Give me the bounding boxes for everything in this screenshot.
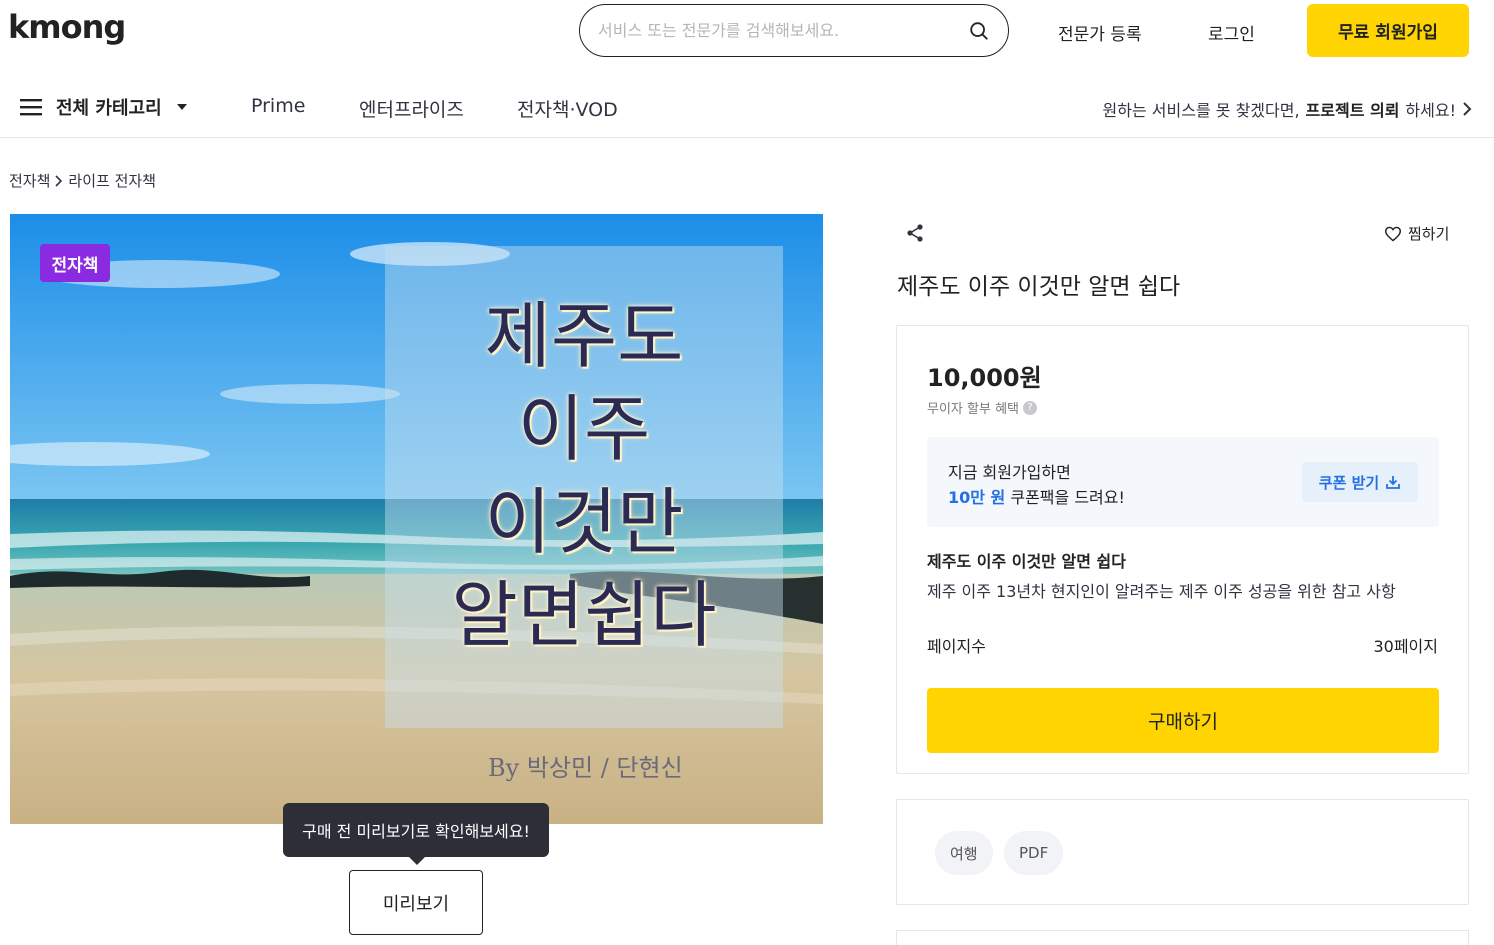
pages-value: 30페이지	[1373, 637, 1438, 656]
top-header: kmong 전문가 등록 로그인 무료 회원가입	[0, 0, 1494, 62]
project-request-bold: 프로젝트 의뢰	[1305, 101, 1400, 120]
cover-title-line: 이것만	[484, 480, 684, 564]
product-price: 10,000원	[927, 364, 1042, 392]
cover-title-line: 이주	[517, 387, 651, 471]
caret-down-icon	[176, 104, 187, 110]
installment-label: 무이자 할부 혜택	[927, 402, 1019, 417]
cover-author: By 박상민 / 단현신	[488, 754, 683, 782]
project-request-link[interactable]: 원하는 서비스를 못 찾겠다면, 프로젝트 의뢰 하세요!	[1103, 97, 1472, 121]
login-link[interactable]: 로그인	[1208, 20, 1255, 45]
tag-panel: 여행 PDF	[896, 799, 1469, 905]
wish-label: 찜하기	[1408, 225, 1450, 243]
expert-register-link[interactable]: 전문가 등록	[1058, 20, 1142, 45]
description-title: 제주도 이주 이것만 알면 쉽다	[927, 552, 1126, 571]
signup-button[interactable]: 무료 회원가입	[1307, 4, 1469, 57]
pages-label: 페이지수	[927, 637, 986, 656]
installment-info: 무이자 할부 혜택 ?	[927, 398, 1037, 417]
cover-title-line: 알면쉽다	[451, 573, 717, 657]
description-text: 제주 이주 13년차 현지인이 알려주는 제주 이주 성공을 위한 참고 사항	[927, 582, 1396, 601]
share-icon[interactable]	[905, 223, 925, 243]
coupon-amount: 10만 원	[948, 488, 1006, 507]
next-panel	[896, 930, 1469, 945]
nav-item-prime[interactable]: Prime	[251, 95, 305, 117]
project-request-prefix: 원하는 서비스를 못 찾겠다면,	[1102, 101, 1300, 120]
heart-icon	[1384, 226, 1402, 242]
cover-title: 제주도 이주 이것만 알면쉽다	[385, 290, 783, 662]
preview-button[interactable]: 미리보기	[349, 870, 483, 935]
coupon-banner: 지금 회원가입하면 10만 원 쿠폰팩을 드려요! 쿠폰 받기	[927, 437, 1439, 527]
coupon-line2: 10만 원 쿠폰팩을 드려요!	[948, 484, 1125, 508]
coupon-line1: 지금 회원가입하면	[948, 463, 1071, 482]
nav-item-ebook-vod[interactable]: 전자책·VOD	[517, 95, 618, 122]
search-input[interactable]	[598, 21, 968, 40]
buy-button[interactable]: 구매하기	[927, 688, 1439, 753]
chevron-right-icon	[1463, 102, 1472, 116]
download-icon	[1386, 476, 1401, 489]
breadcrumb-ebook[interactable]: 전자책	[9, 170, 50, 191]
tag-travel[interactable]: 여행	[935, 831, 993, 875]
category-nav: 전체 카테고리 Prime 엔터프라이즈 전자책·VOD 원하는 서비스를 못 …	[0, 76, 1494, 138]
search-bar[interactable]	[579, 4, 1009, 57]
ebook-badge: 전자책	[40, 244, 110, 282]
tag-pdf[interactable]: PDF	[1004, 831, 1064, 875]
nav-item-enterprise[interactable]: 엔터프라이즈	[359, 95, 464, 122]
price-panel: 10,000원 무이자 할부 혜택 ? 지금 회원가입하면 10만 원 쿠폰팩을…	[896, 325, 1469, 774]
hamburger-menu-icon	[20, 99, 42, 116]
breadcrumb-life-ebook[interactable]: 라이프 전자책	[68, 170, 156, 191]
coupon-download-button[interactable]: 쿠폰 받기	[1302, 462, 1418, 502]
all-categories-label: 전체 카테고리	[56, 98, 162, 119]
all-categories-button[interactable]: 전체 카테고리	[20, 94, 188, 120]
question-icon[interactable]: ?	[1023, 400, 1037, 415]
coupon-button-label: 쿠폰 받기	[1318, 473, 1380, 492]
wish-button[interactable]: 찜하기	[1384, 223, 1449, 244]
search-icon[interactable]	[968, 20, 990, 42]
preview-tooltip: 구매 전 미리보기로 확인해보세요!	[283, 803, 549, 865]
coupon-line2-suffix: 쿠폰팩을 드려요!	[1005, 488, 1125, 507]
cover-title-line: 제주도	[484, 294, 684, 378]
product-title: 제주도 이주 이것만 알면 쉽다	[897, 274, 1181, 300]
kmong-logo[interactable]: kmong	[8, 8, 126, 46]
project-request-suffix: 하세요!	[1405, 101, 1456, 120]
chevron-right-icon	[55, 174, 63, 187]
breadcrumb: 전자책 라이프 전자책	[9, 170, 156, 191]
